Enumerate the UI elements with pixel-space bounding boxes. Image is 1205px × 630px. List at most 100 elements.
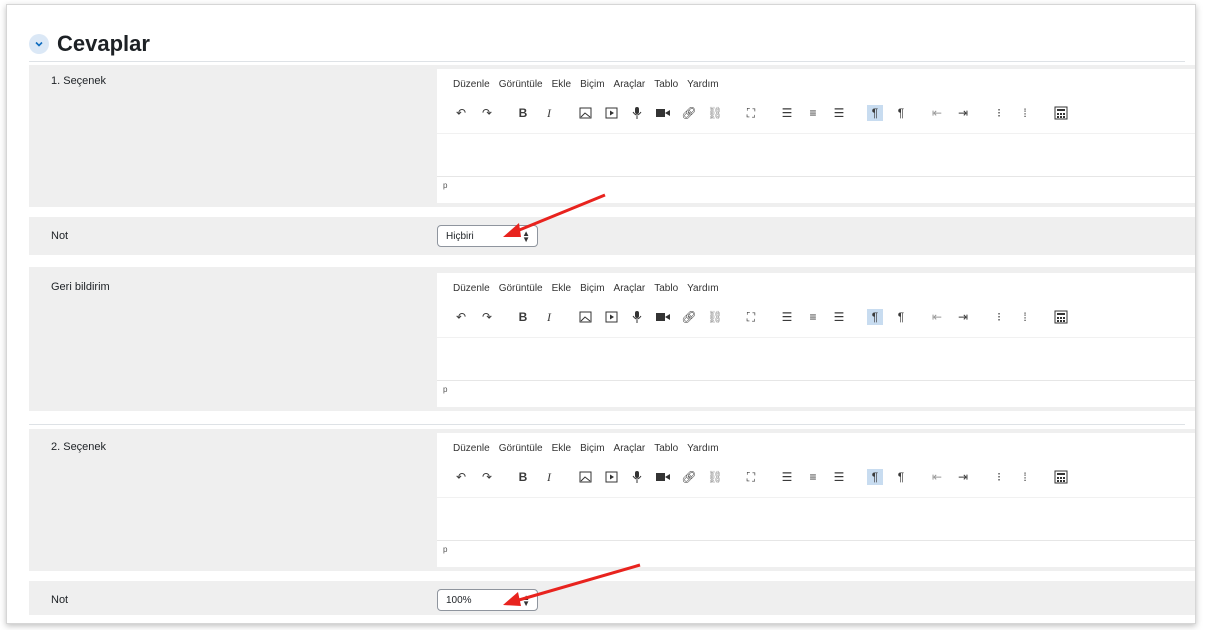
rtl-icon[interactable]: ¶ bbox=[893, 105, 909, 121]
numbered-list-icon[interactable]: ⁞ bbox=[1017, 105, 1033, 121]
redo-icon[interactable]: ↷ bbox=[479, 105, 495, 121]
italic-icon[interactable]: I bbox=[541, 309, 557, 325]
path-label: p bbox=[443, 385, 448, 394]
video-icon[interactable] bbox=[655, 105, 671, 121]
collapse-toggle[interactable] bbox=[29, 34, 49, 54]
calculator-icon[interactable] bbox=[1053, 469, 1069, 485]
menu-tools[interactable]: Araçlar bbox=[614, 283, 646, 294]
image-icon[interactable] bbox=[577, 469, 593, 485]
redo-icon[interactable]: ↷ bbox=[479, 309, 495, 325]
bullet-list-icon[interactable]: ⁝ bbox=[991, 469, 1007, 485]
menu-tools[interactable]: Araçlar bbox=[614, 443, 646, 454]
bold-icon[interactable]: B bbox=[515, 469, 531, 485]
rtl-icon[interactable]: ¶ bbox=[893, 309, 909, 325]
unlink-icon[interactable]: ⛓︎ bbox=[707, 105, 723, 121]
image-icon[interactable] bbox=[577, 309, 593, 325]
italic-icon[interactable]: I bbox=[541, 469, 557, 485]
indent-icon[interactable]: ⇥ bbox=[955, 469, 971, 485]
menu-format[interactable]: Biçim bbox=[580, 443, 604, 454]
numbered-list-icon[interactable]: ⁞ bbox=[1017, 469, 1033, 485]
link-icon[interactable]: 🔗︎ bbox=[681, 309, 697, 325]
chevron-down-icon bbox=[35, 41, 43, 47]
menu-table[interactable]: Tablo bbox=[654, 79, 678, 90]
grade-2-select[interactable]: 100% ▲ ▼ bbox=[437, 589, 538, 611]
editor-menubar: Düzenle Görüntüle Ekle Biçim Araçlar Tab… bbox=[453, 443, 719, 454]
menu-insert[interactable]: Ekle bbox=[552, 79, 571, 90]
microphone-icon[interactable] bbox=[629, 105, 645, 121]
menu-help[interactable]: Yardım bbox=[687, 443, 719, 454]
calculator-icon[interactable] bbox=[1053, 309, 1069, 325]
bullet-list-icon[interactable]: ⁝ bbox=[991, 309, 1007, 325]
redo-icon[interactable]: ↷ bbox=[479, 469, 495, 485]
menu-help[interactable]: Yardım bbox=[687, 283, 719, 294]
menu-view[interactable]: Görüntüle bbox=[499, 443, 543, 454]
align-left-icon[interactable]: ☰ bbox=[779, 469, 795, 485]
align-right-icon[interactable]: ☰ bbox=[831, 309, 847, 325]
unlink-icon[interactable]: ⛓︎ bbox=[707, 469, 723, 485]
unlink-icon[interactable]: ⛓︎ bbox=[707, 309, 723, 325]
numbered-list-icon[interactable]: ⁞ bbox=[1017, 309, 1033, 325]
ltr-icon[interactable]: ¶ bbox=[867, 105, 883, 121]
ltr-icon[interactable]: ¶ bbox=[867, 469, 883, 485]
menu-insert[interactable]: Ekle bbox=[552, 443, 571, 454]
image-icon[interactable] bbox=[577, 105, 593, 121]
bullet-list-icon[interactable]: ⁝ bbox=[991, 105, 1007, 121]
menu-format[interactable]: Biçim bbox=[580, 79, 604, 90]
align-left-icon[interactable]: ☰ bbox=[779, 309, 795, 325]
video-icon[interactable] bbox=[655, 469, 671, 485]
answer-2-content[interactable] bbox=[437, 497, 1195, 541]
rtl-icon[interactable]: ¶ bbox=[893, 469, 909, 485]
microphone-icon[interactable] bbox=[629, 309, 645, 325]
menu-help[interactable]: Yardım bbox=[687, 79, 719, 90]
menu-format[interactable]: Biçim bbox=[580, 283, 604, 294]
align-left-icon[interactable]: ☰ bbox=[779, 105, 795, 121]
menu-insert[interactable]: Ekle bbox=[552, 283, 571, 294]
grade-1-select[interactable]: Hiçbiri ▲ ▼ bbox=[437, 225, 538, 247]
bold-icon[interactable]: B bbox=[515, 105, 531, 121]
menu-tools[interactable]: Araçlar bbox=[614, 79, 646, 90]
fullscreen-icon[interactable]: ⛶ bbox=[743, 469, 759, 485]
align-center-icon[interactable]: ≡ bbox=[805, 309, 821, 325]
bold-icon[interactable]: B bbox=[515, 309, 531, 325]
microphone-icon[interactable] bbox=[629, 469, 645, 485]
menu-edit[interactable]: Düzenle bbox=[453, 443, 490, 454]
menu-view[interactable]: Görüntüle bbox=[499, 79, 543, 90]
feedback-content[interactable] bbox=[437, 337, 1195, 381]
align-right-icon[interactable]: ☰ bbox=[831, 105, 847, 121]
menu-table[interactable]: Tablo bbox=[654, 443, 678, 454]
fullscreen-icon[interactable]: ⛶ bbox=[743, 309, 759, 325]
menu-edit[interactable]: Düzenle bbox=[453, 79, 490, 90]
align-center-icon[interactable]: ≡ bbox=[805, 105, 821, 121]
grade-1-value: Hiçbiri bbox=[446, 230, 474, 242]
calculator-icon[interactable] bbox=[1053, 105, 1069, 121]
align-right-icon[interactable]: ☰ bbox=[831, 469, 847, 485]
media-icon[interactable] bbox=[603, 105, 619, 121]
menu-edit[interactable]: Düzenle bbox=[453, 283, 490, 294]
italic-icon[interactable]: I bbox=[541, 105, 557, 121]
answer-1-editor: Düzenle Görüntüle Ekle Biçim Araçlar Tab… bbox=[437, 69, 1195, 203]
grade-2-value: 100% bbox=[446, 594, 472, 606]
align-center-icon[interactable]: ≡ bbox=[805, 469, 821, 485]
ltr-icon[interactable]: ¶ bbox=[867, 309, 883, 325]
outdent-icon[interactable]: ⇤ bbox=[929, 309, 945, 325]
menu-view[interactable]: Görüntüle bbox=[499, 283, 543, 294]
indent-icon[interactable]: ⇥ bbox=[955, 309, 971, 325]
answer-1-content[interactable] bbox=[437, 133, 1195, 177]
undo-icon[interactable]: ↶ bbox=[453, 469, 469, 485]
link-icon[interactable]: 🔗︎ bbox=[681, 469, 697, 485]
link-icon[interactable]: 🔗︎ bbox=[681, 105, 697, 121]
outdent-icon[interactable]: ⇤ bbox=[929, 469, 945, 485]
media-icon[interactable] bbox=[603, 309, 619, 325]
grade-2-label: Not bbox=[51, 594, 69, 606]
undo-icon[interactable]: ↶ bbox=[453, 309, 469, 325]
editor-toolbar: ↶ ↷ B I 🔗︎ ⛓︎ ⛶ ☰ ≡ ☰ ¶ ¶ ⇤ ⇥ ⁝ ⁞ bbox=[453, 467, 1079, 487]
media-icon[interactable] bbox=[603, 469, 619, 485]
fullscreen-icon[interactable]: ⛶ bbox=[743, 105, 759, 121]
indent-icon[interactable]: ⇥ bbox=[955, 105, 971, 121]
menu-table[interactable]: Tablo bbox=[654, 283, 678, 294]
divider bbox=[29, 61, 1185, 62]
undo-icon[interactable]: ↶ bbox=[453, 105, 469, 121]
video-icon[interactable] bbox=[655, 309, 671, 325]
outdent-icon[interactable]: ⇤ bbox=[929, 105, 945, 121]
answer-1-label: 1. Seçenek bbox=[51, 75, 107, 87]
